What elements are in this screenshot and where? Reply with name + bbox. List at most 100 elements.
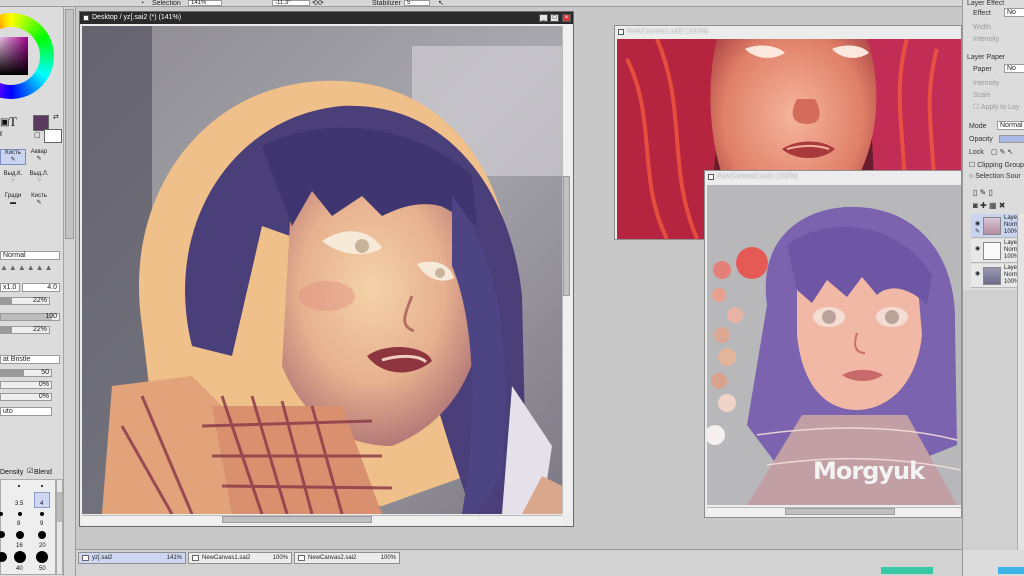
brush-size-palette[interactable]: 3.5 4 8 9 16 20 40 50 bbox=[0, 479, 56, 575]
main-painting bbox=[82, 26, 562, 514]
layer-list-empty-area[interactable] bbox=[963, 290, 1024, 550]
selection-source-checkbox[interactable]: ○ Selection Sour bbox=[969, 173, 1021, 180]
opacity-label: Opacity bbox=[969, 136, 993, 143]
size-field[interactable]: 4.0 bbox=[22, 283, 60, 292]
eye-icon[interactable]: ◉ bbox=[975, 220, 981, 227]
left-panel-scrollbar[interactable] bbox=[64, 7, 76, 576]
saturation-value-square[interactable] bbox=[0, 37, 28, 75]
brush-lock-icon[interactable]: ✎ bbox=[975, 228, 980, 235]
tool-select-eraser[interactable]: Выд.Л. ⁘ bbox=[26, 171, 52, 187]
tool-watercolor[interactable]: Аквар ✎ bbox=[26, 149, 52, 165]
tab-newcanvas2[interactable]: NewCanvas2.sai2 100% bbox=[294, 552, 400, 564]
mode-select[interactable]: uto bbox=[0, 407, 52, 416]
selection-label: Selection bbox=[152, 0, 181, 7]
status-bar bbox=[76, 565, 1024, 576]
opacity-slider[interactable] bbox=[999, 135, 1024, 143]
select-pen-icon: ⁘ bbox=[10, 178, 16, 184]
gradient-icon: ▬ bbox=[10, 200, 16, 206]
memory-usage-bar bbox=[881, 567, 933, 574]
newcanvas1-title-bar[interactable]: NewCanvas1.sai2 (100%) bbox=[615, 26, 961, 38]
min-size-slider[interactable]: 22% bbox=[0, 297, 50, 305]
main-horizontal-scrollbar[interactable] bbox=[82, 515, 562, 524]
width-label: Width bbox=[973, 24, 991, 31]
density-label: Density bbox=[0, 469, 24, 476]
layer-mode-select[interactable]: Normal bbox=[997, 121, 1024, 130]
rotation-field[interactable]: -11.3° bbox=[272, 0, 310, 6]
artist-signature: Morgyuk bbox=[813, 457, 925, 485]
tool-gradient[interactable]: Гради ▬ bbox=[0, 193, 26, 209]
main-canvas-artwork[interactable] bbox=[82, 26, 562, 514]
canvas-doc-icon-2 bbox=[618, 29, 624, 35]
lock-icons[interactable]: ▢ ✎ ↖ bbox=[991, 148, 1013, 156]
scale-label: Scale bbox=[973, 92, 991, 99]
canvas-doc-icon bbox=[83, 15, 89, 21]
document-icon bbox=[298, 555, 305, 561]
blend-mode-select[interactable]: Normal bbox=[0, 251, 60, 260]
effect-select[interactable]: No bbox=[1004, 8, 1024, 17]
secondary-color-swatch[interactable] bbox=[44, 129, 62, 143]
newcanvas2-title-bar[interactable]: NewCanvas2.sai2 (100%) bbox=[705, 171, 961, 183]
text-tool-icon[interactable]: T bbox=[9, 115, 17, 128]
texture-strength-slider[interactable]: 50 bbox=[0, 369, 52, 377]
param-b-slider[interactable]: 0% bbox=[0, 393, 52, 401]
layer-thumbnail bbox=[983, 242, 1001, 260]
transparent-color-icon[interactable]: ▢ bbox=[34, 132, 41, 140]
texture-select[interactable]: at Bristle bbox=[0, 355, 60, 364]
canvas-doc-icon-3 bbox=[708, 174, 714, 180]
main-canvas-window[interactable]: Desktop / yz[.sai2 (*) (141%) _ □ × bbox=[79, 11, 574, 527]
pointer-icon[interactable]: ↖ bbox=[438, 0, 444, 7]
top-toolbar: ◔ Selection 141% -11.3° ⟲⟳ Stabilizer 5 … bbox=[0, 0, 1024, 7]
lock-label: Lock bbox=[969, 149, 984, 156]
paper-select[interactable]: No bbox=[1004, 64, 1024, 73]
layer-thumbnail bbox=[983, 217, 1001, 235]
layer-action-icons[interactable]: ◙ ✚ ▦ ✖ bbox=[973, 201, 1005, 210]
brush-2-icon: ✎ bbox=[36, 200, 42, 206]
clipping-group-checkbox[interactable]: ☐ Clipping Group bbox=[969, 161, 1024, 169]
newcanvas2-window[interactable]: NewCanvas2.sai2 (100%) Morgyuk bbox=[704, 170, 962, 518]
selection-icon[interactable]: ◔ bbox=[140, 0, 144, 7]
layer-paper-header[interactable]: Layer Paper bbox=[967, 54, 1005, 61]
left-tool-panel: ▣ T ⇄ ℓ ▢ Кисть ✎ Аквар ✎ Выд.К. ⁘ Выд.Л. ⁘ … bbox=[0, 7, 64, 576]
maximize-button[interactable]: □ bbox=[550, 14, 559, 22]
size-multiplier-field[interactable]: x1.0 bbox=[0, 283, 20, 292]
watercolor-icon: ✎ bbox=[36, 156, 42, 162]
tool-brush-2[interactable]: Кисть ✎ bbox=[26, 193, 52, 209]
paper-label: Paper bbox=[973, 66, 992, 73]
select-eraser-icon: ⁘ bbox=[36, 178, 42, 184]
document-icon bbox=[192, 555, 199, 561]
stabilizer-label: Stabilizer bbox=[372, 0, 401, 7]
swap-colors-icon[interactable]: ⇄ bbox=[53, 114, 59, 122]
layer-effect-header[interactable]: Layer Effect bbox=[967, 0, 1004, 7]
new-layer-icon[interactable]: ▯ ✎ ▯ bbox=[973, 188, 993, 197]
layer-thumbnail bbox=[983, 267, 1001, 285]
tool-brush[interactable]: Кисть ✎ bbox=[0, 149, 26, 165]
min-density-slider[interactable]: 22% bbox=[0, 326, 50, 334]
intensity-label: Intensity bbox=[973, 36, 1000, 43]
eye-icon[interactable]: ◉ bbox=[975, 245, 981, 252]
document-tab-bar: yz[.sai2 141% NewCanvas1.sai2 100% NewCa… bbox=[76, 549, 962, 565]
density-slider[interactable]: 100 bbox=[0, 313, 60, 321]
eye-icon[interactable]: ◉ bbox=[975, 270, 981, 277]
main-canvas-title-bar[interactable]: Desktop / yz[.sai2 (*) (141%) _ □ × bbox=[80, 12, 573, 24]
close-button[interactable]: × bbox=[562, 14, 571, 22]
brush-palette-scrollbar[interactable] bbox=[56, 479, 63, 575]
layer-list-scrollbar[interactable] bbox=[1017, 214, 1024, 550]
stabilizer-select[interactable]: 5 bbox=[404, 0, 430, 6]
blend-checkbox[interactable]: ☑ bbox=[27, 468, 33, 476]
eyedropper-icon[interactable]: ℓ bbox=[0, 131, 2, 139]
minimize-button[interactable]: _ bbox=[539, 14, 548, 22]
paper-intensity-label: Intensity bbox=[973, 80, 1000, 87]
apply-to-layer-checkbox[interactable]: ☐ Apply to Lay bbox=[973, 103, 1019, 111]
newcanvas2-artwork[interactable]: Morgyuk bbox=[707, 185, 961, 505]
tool-select-pen[interactable]: Выд.К. ⁘ bbox=[0, 171, 26, 187]
newcanvas2-horizontal-scrollbar[interactable] bbox=[707, 507, 961, 516]
tab-newcanvas1[interactable]: NewCanvas1.sai2 100% bbox=[188, 552, 292, 564]
rotate-reset-icon[interactable]: ⟲⟳ bbox=[312, 0, 324, 7]
main-vertical-scrollbar[interactable] bbox=[562, 26, 571, 514]
effect-label: Effect bbox=[973, 10, 991, 17]
brush-shape-icons[interactable]: ▲▲▲▲▲▲ bbox=[0, 263, 60, 273]
blend-label: Blend bbox=[34, 469, 52, 476]
param-a-slider[interactable]: 0% bbox=[0, 381, 52, 389]
tab-yz-sai2[interactable]: yz[.sai2 141% bbox=[78, 552, 186, 564]
zoom-field[interactable]: 141% bbox=[188, 0, 222, 6]
